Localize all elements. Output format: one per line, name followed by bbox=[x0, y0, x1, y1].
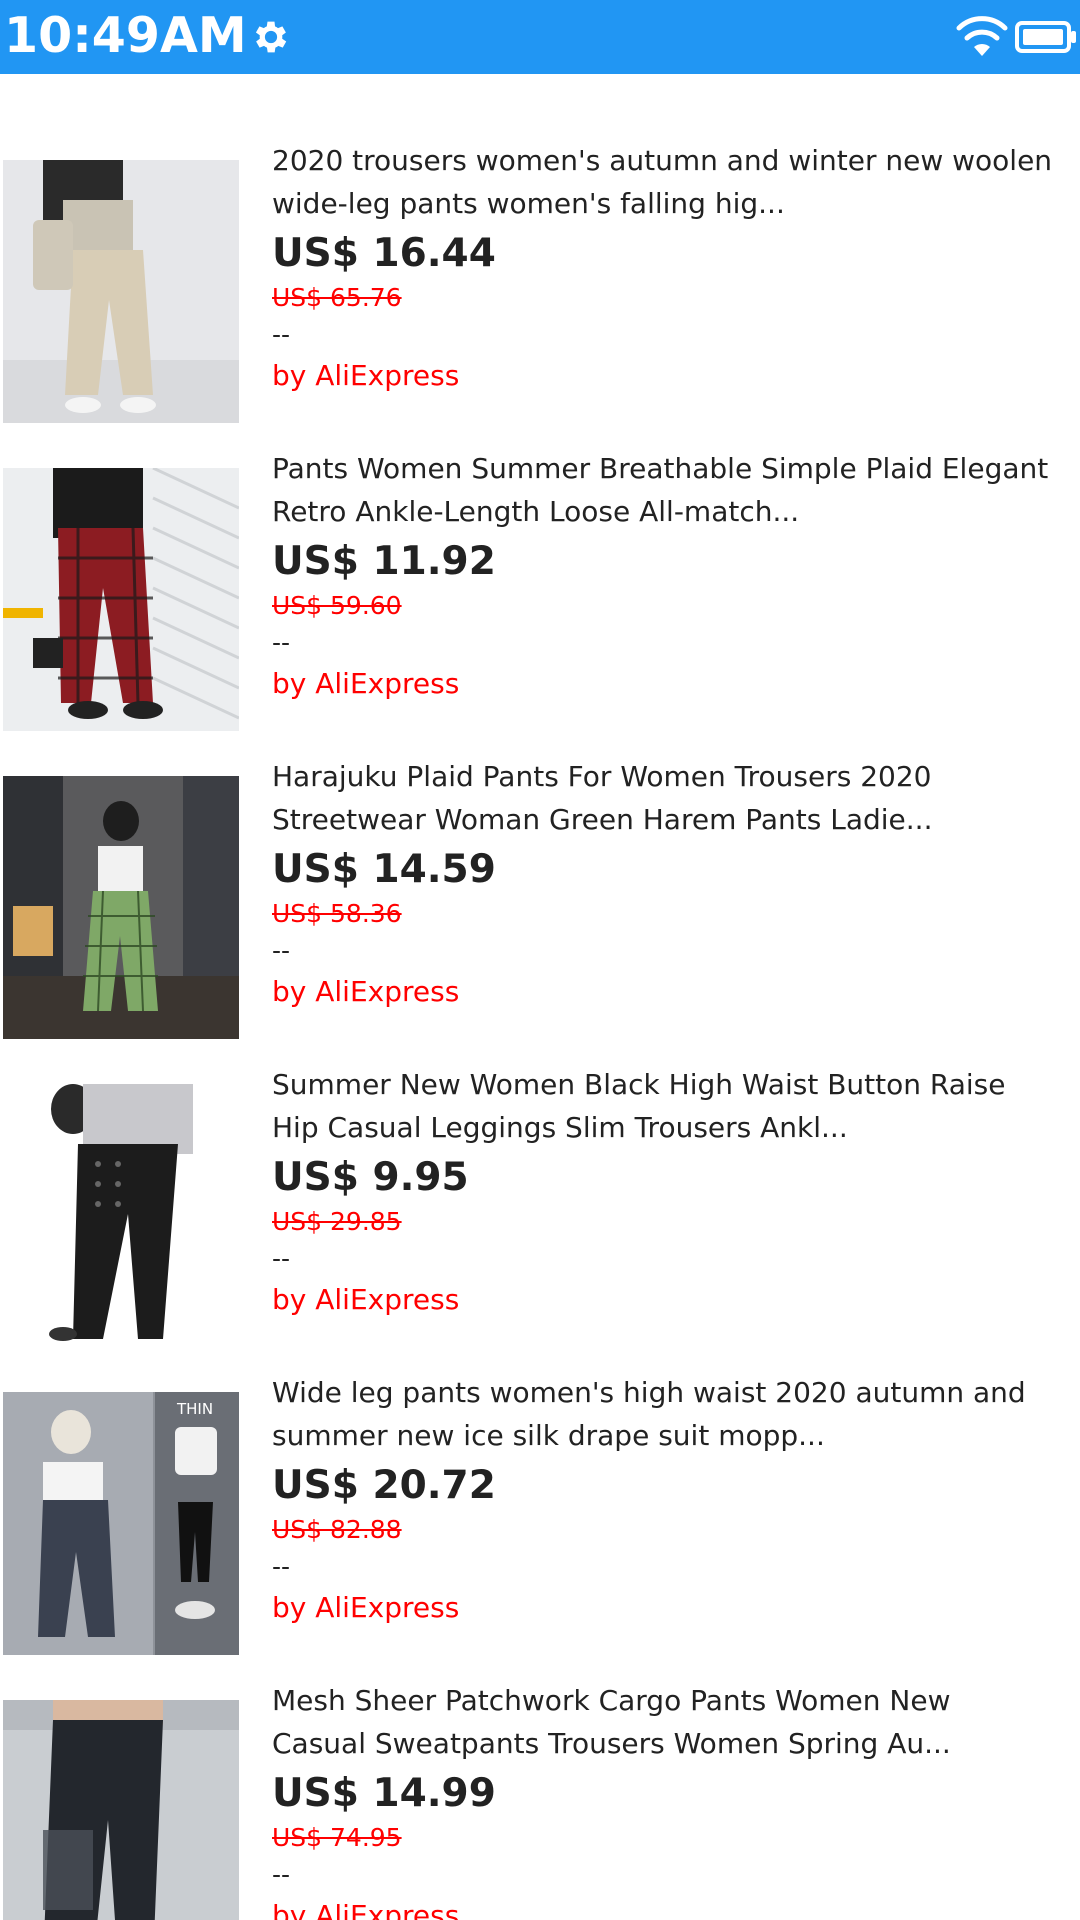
title-line: Retro Ankle-Length Loose All-match... bbox=[272, 495, 800, 528]
list-item[interactable]: Pants Women Summer Breathable Simple Pla… bbox=[0, 382, 1080, 731]
title-line: Hip Casual Leggings Slim Trousers Ankl..… bbox=[272, 1111, 848, 1144]
title-line: Mesh Sheer Patchwork Cargo Pants Women N… bbox=[272, 1684, 951, 1717]
rating: -- bbox=[272, 320, 291, 349]
wifi-icon bbox=[956, 16, 1008, 56]
product-info: Mesh Sheer Patchwork Cargo Pants Women N… bbox=[272, 1679, 1080, 1920]
product-title[interactable]: Mesh Sheer Patchwork Cargo Pants Women N… bbox=[272, 1679, 1080, 1765]
price: US$ 14.99 bbox=[272, 1771, 496, 1816]
seller-link[interactable]: by AliExpress bbox=[272, 1895, 1080, 1920]
title-line: summer new ice silk drape suit mopp... bbox=[272, 1419, 825, 1452]
product-title[interactable]: Wide leg pants women's high waist 2020 a… bbox=[272, 1371, 1080, 1457]
gear-icon bbox=[255, 21, 287, 53]
original-price: US$ 59.60 bbox=[272, 591, 402, 620]
product-list[interactable]: 2020 trousers women's autumn and winter … bbox=[0, 74, 1080, 1920]
price: US$ 9.95 bbox=[272, 1155, 469, 1200]
product-info: Harajuku Plaid Pants For Women Trousers … bbox=[272, 755, 1080, 1013]
product-info: Summer New Women Black High Waist Button… bbox=[272, 1063, 1080, 1321]
list-item[interactable]: Harajuku Plaid Pants For Women Trousers … bbox=[0, 690, 1080, 1039]
original-price: US$ 74.95 bbox=[272, 1823, 402, 1852]
product-title[interactable]: Summer New Women Black High Waist Button… bbox=[272, 1063, 1080, 1149]
status-time: 10:49AM bbox=[4, 7, 247, 64]
product-title[interactable]: Pants Women Summer Breathable Simple Pla… bbox=[272, 447, 1080, 533]
original-price: US$ 29.85 bbox=[272, 1207, 402, 1236]
original-price: US$ 65.76 bbox=[272, 283, 402, 312]
title-line: Summer New Women Black High Waist Button… bbox=[272, 1068, 1006, 1101]
title-line: wide-leg pants women's falling hig... bbox=[272, 187, 785, 220]
list-item[interactable]: Mesh Sheer Patchwork Cargo Pants Women N… bbox=[0, 1614, 1080, 1920]
product-title[interactable]: Harajuku Plaid Pants For Women Trousers … bbox=[272, 755, 1080, 841]
product-info: Pants Women Summer Breathable Simple Pla… bbox=[272, 447, 1080, 705]
rating: -- bbox=[272, 936, 291, 965]
original-price: US$ 58.36 bbox=[272, 899, 402, 928]
status-bar: 10:49AM bbox=[0, 0, 1080, 74]
title-line: Wide leg pants women's high waist 2020 a… bbox=[272, 1376, 1026, 1409]
list-item[interactable]: THIN Wide leg pants women's high waist 2… bbox=[0, 1306, 1080, 1655]
list-item[interactable]: 2020 trousers women's autumn and winter … bbox=[0, 74, 1080, 423]
product-title[interactable]: 2020 trousers women's autumn and winter … bbox=[272, 139, 1080, 225]
title-line: 2020 trousers women's autumn and winter … bbox=[272, 144, 1053, 177]
rating: -- bbox=[272, 1860, 291, 1889]
title-line: Streetwear Woman Green Harem Pants Ladie… bbox=[272, 803, 933, 836]
product-image[interactable] bbox=[3, 1700, 239, 1920]
price: US$ 16.44 bbox=[272, 231, 496, 276]
title-line: Harajuku Plaid Pants For Women Trousers … bbox=[272, 760, 932, 793]
rating: -- bbox=[272, 1244, 291, 1273]
title-line: Casual Sweatpants Trousers Women Spring … bbox=[272, 1727, 951, 1760]
rating: -- bbox=[272, 628, 291, 657]
price: US$ 20.72 bbox=[272, 1463, 496, 1508]
rating: -- bbox=[272, 1552, 291, 1581]
price: US$ 14.59 bbox=[272, 847, 496, 892]
title-line: Pants Women Summer Breathable Simple Pla… bbox=[272, 452, 1049, 485]
product-info: 2020 trousers women's autumn and winter … bbox=[272, 139, 1080, 397]
product-info: Wide leg pants women's high waist 2020 a… bbox=[272, 1371, 1080, 1629]
battery-icon bbox=[1015, 21, 1076, 53]
image-label: THIN bbox=[176, 1400, 213, 1418]
price: US$ 11.92 bbox=[272, 539, 496, 584]
original-price: US$ 82.88 bbox=[272, 1515, 402, 1544]
list-item[interactable]: Summer New Women Black High Waist Button… bbox=[0, 998, 1080, 1347]
